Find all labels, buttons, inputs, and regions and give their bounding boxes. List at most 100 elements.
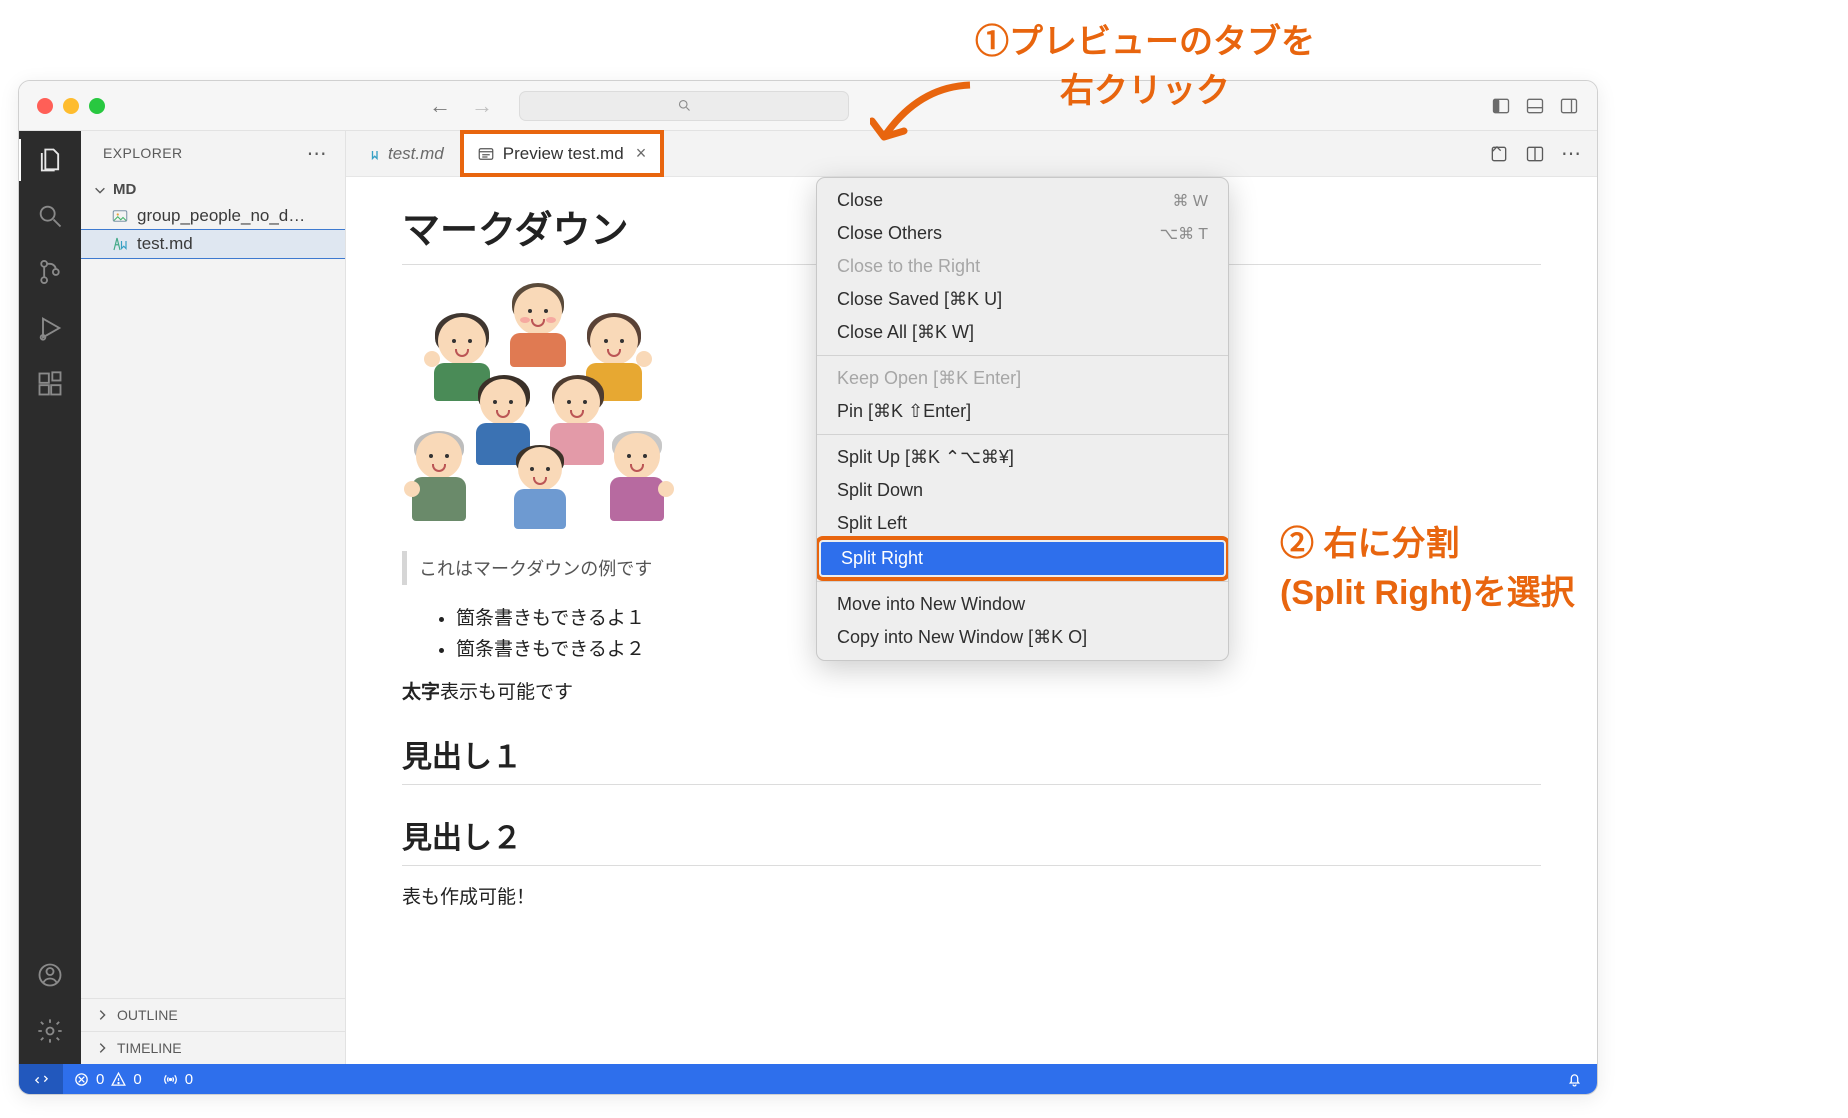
split-editor-icon[interactable] [1525,144,1545,164]
tree-folder-label: MD [113,181,136,198]
menu-split-up[interactable]: Split Up [⌘K ⌃⌥⌘¥] [817,441,1228,474]
minimize-window-button[interactable] [63,98,79,114]
nav-arrows: ← → [429,93,493,119]
sidebar-section-label: TIMELINE [117,1040,182,1056]
tabbar-actions: ⋯ [1473,131,1597,176]
antenna-icon [162,1071,179,1088]
markdown-file-icon [362,145,380,163]
maximize-window-button[interactable] [89,98,105,114]
preview-paragraph: 表も作成可能！ [402,882,1541,909]
search-icon [677,98,692,113]
menu-label: Split Left [837,513,907,534]
menu-label: Close Others [837,223,942,244]
menu-label: Copy into New Window [⌘K O] [837,627,1087,648]
annotation-1: ①プレビューのタブを 右クリック [975,18,1315,117]
tab-context-menu: Close ⌘ W Close Others ⌥⌘ T Close to the… [816,177,1229,661]
status-problems[interactable]: 0 0 [63,1071,152,1088]
chevron-down-icon [93,183,107,197]
activity-explorer[interactable] [35,145,65,175]
menu-move-new-window[interactable]: Move into New Window [817,588,1228,621]
tree-file-image[interactable]: group_people_no_d… [81,202,345,230]
status-ports-count: 0 [185,1071,193,1088]
menu-shortcut: ⌥⌘ T [1160,224,1208,244]
nav-forward-button[interactable]: → [471,93,493,119]
menu-pin[interactable]: Pin [⌘K ⇧Enter] [817,395,1228,428]
close-window-button[interactable] [37,98,53,114]
activity-settings[interactable] [35,1016,65,1046]
error-icon [73,1071,90,1088]
sidebar-section-label: OUTLINE [117,1007,178,1023]
command-center[interactable] [519,91,849,121]
activity-source-control[interactable] [35,257,65,287]
menu-label: Pin [⌘K ⇧Enter] [837,401,971,422]
bell-icon [1566,1071,1583,1088]
activity-bar [19,131,81,1064]
tab-label: test.md [388,144,444,164]
show-source-icon[interactable] [1489,144,1509,164]
image-file-icon [111,207,129,225]
sidebar-timeline[interactable]: TIMELINE [81,1031,345,1064]
status-notifications[interactable] [1556,1071,1597,1088]
layout-sidebar-right-icon[interactable] [1559,96,1579,116]
tree-file-label: test.md [137,234,193,254]
titlebar-layout-controls [1491,96,1579,116]
menu-label: Split Up [⌘K ⌃⌥⌘¥] [837,447,1014,468]
warning-icon [110,1071,127,1088]
tab-testmd[interactable]: test.md [346,131,461,176]
tree-folder-root[interactable]: MD [81,177,345,202]
activity-search[interactable] [35,201,65,231]
activity-extensions[interactable] [35,369,65,399]
menu-label: Split Down [837,480,923,501]
menu-close-all[interactable]: Close All [⌘K W] [817,316,1228,349]
menu-label: Close [837,190,883,211]
explorer-sidebar: EXPLORER ⋯ MD group_people_no_d… [81,131,346,1064]
menu-split-right[interactable]: Split Right [821,542,1224,575]
chevron-right-icon [95,1008,109,1022]
preview-icon [477,145,495,163]
menu-separator [817,581,1228,582]
nav-back-button[interactable]: ← [429,93,451,119]
menu-copy-new-window[interactable]: Copy into New Window [⌘K O] [817,621,1228,654]
tree-file-label: group_people_no_d… [137,206,305,226]
window-controls [37,98,105,114]
status-error-count: 0 [96,1071,104,1088]
menu-close-saved[interactable]: Close Saved [⌘K U] [817,283,1228,316]
layout-panel-icon[interactable] [1525,96,1545,116]
sidebar-outline[interactable]: OUTLINE [81,998,345,1031]
remote-indicator[interactable] [19,1064,63,1094]
file-tree: MD group_people_no_d… test.md [81,175,345,998]
status-warning-count: 0 [133,1071,141,1088]
menu-separator [817,355,1228,356]
menu-close[interactable]: Close ⌘ W [817,184,1228,217]
activity-run-debug[interactable] [35,313,65,343]
tab-close-button[interactable]: × [636,143,647,164]
menu-separator [817,434,1228,435]
menu-label: Move into New Window [837,594,1025,615]
menu-split-down[interactable]: Split Down [817,474,1228,507]
activity-accounts[interactable] [35,960,65,990]
status-ports[interactable]: 0 [152,1071,203,1088]
explorer-more-button[interactable]: ⋯ [307,141,327,166]
menu-label: Keep Open [⌘K Enter] [837,368,1021,389]
explorer-header: EXPLORER ⋯ [81,131,345,175]
preview-paragraph: 太字表示も可能です [402,677,1541,704]
menu-split-left[interactable]: Split Left [817,507,1228,540]
status-bar: 0 0 0 [19,1064,1597,1094]
annotation-arrow [870,75,980,170]
explorer-title: EXPLORER [103,145,182,161]
chevron-right-icon [95,1041,109,1055]
preview-h2: 見出し２ [402,813,1541,866]
annotation-2: ② 右に分割 (Split Right)を選択 [1280,520,1575,619]
menu-close-right: Close to the Right [817,250,1228,283]
preview-h2: 見出し１ [402,732,1541,785]
titlebar: ← → [19,81,1597,131]
layout-sidebar-left-icon[interactable] [1491,96,1511,116]
tree-file-md[interactable]: test.md [81,230,345,258]
menu-shortcut: ⌘ W [1172,191,1208,211]
editor-more-button[interactable]: ⋯ [1561,141,1581,166]
tab-preview[interactable]: Preview test.md × [461,131,663,176]
menu-label: Close Saved [⌘K U] [837,289,1002,310]
menu-keep-open: Keep Open [⌘K Enter] [817,362,1228,395]
menu-label: Split Right [841,548,923,569]
menu-close-others[interactable]: Close Others ⌥⌘ T [817,217,1228,250]
